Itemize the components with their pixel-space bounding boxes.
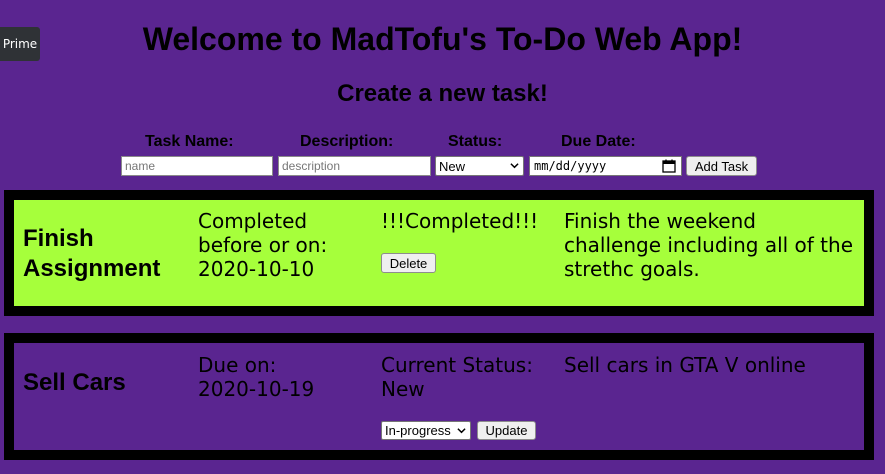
task-card: Sell Cars Due on: 2020-10-19 Current Sta… <box>4 333 874 460</box>
due-date-placeholder: mm/dd/yyyy <box>534 159 607 173</box>
task-status: Current Status: New <box>381 353 533 401</box>
create-task-heading: Create a new task! <box>337 80 548 107</box>
task-name-input[interactable] <box>121 156 273 176</box>
task-status: !!!Completed!!! <box>381 209 539 233</box>
task-due-date: 2020-10-19 <box>198 377 315 401</box>
task-title: Sell Cars <box>23 369 126 396</box>
task-due-label: Completed before or on: <box>198 209 328 257</box>
task-description: Sell cars in GTA V online <box>564 353 806 377</box>
chevron-down-icon <box>510 163 519 169</box>
status-select[interactable]: New <box>435 156 524 176</box>
update-button[interactable]: Update <box>477 421 536 440</box>
chevron-down-icon <box>457 428 466 434</box>
status-update-value: In-progress <box>385 423 451 438</box>
due-date-label: Due Date: <box>561 133 636 150</box>
due-date-input[interactable]: mm/dd/yyyy <box>529 156 682 176</box>
calendar-icon[interactable] <box>662 159 676 173</box>
status-label: Status: <box>448 133 503 150</box>
task-name-label: Task Name: <box>145 133 234 150</box>
task-card: Finish Assignment Completed before or on… <box>4 190 874 316</box>
description-label: Description: <box>300 133 394 150</box>
task-title: Finish Assignment <box>23 225 161 282</box>
task-due-label: Due on: <box>198 353 277 377</box>
task-description: Finish the weekend challenge including a… <box>564 209 854 281</box>
task-due-date: 2020-10-10 <box>198 257 315 281</box>
page-title: Welcome to MadTofu's To-Do Web App! <box>142 21 743 57</box>
add-task-button[interactable]: Add Task <box>686 156 757 176</box>
delete-button[interactable]: Delete <box>381 253 436 273</box>
status-update-select[interactable]: In-progress <box>381 421 471 440</box>
description-input[interactable] <box>278 156 431 176</box>
status-select-value: New <box>439 158 466 174</box>
